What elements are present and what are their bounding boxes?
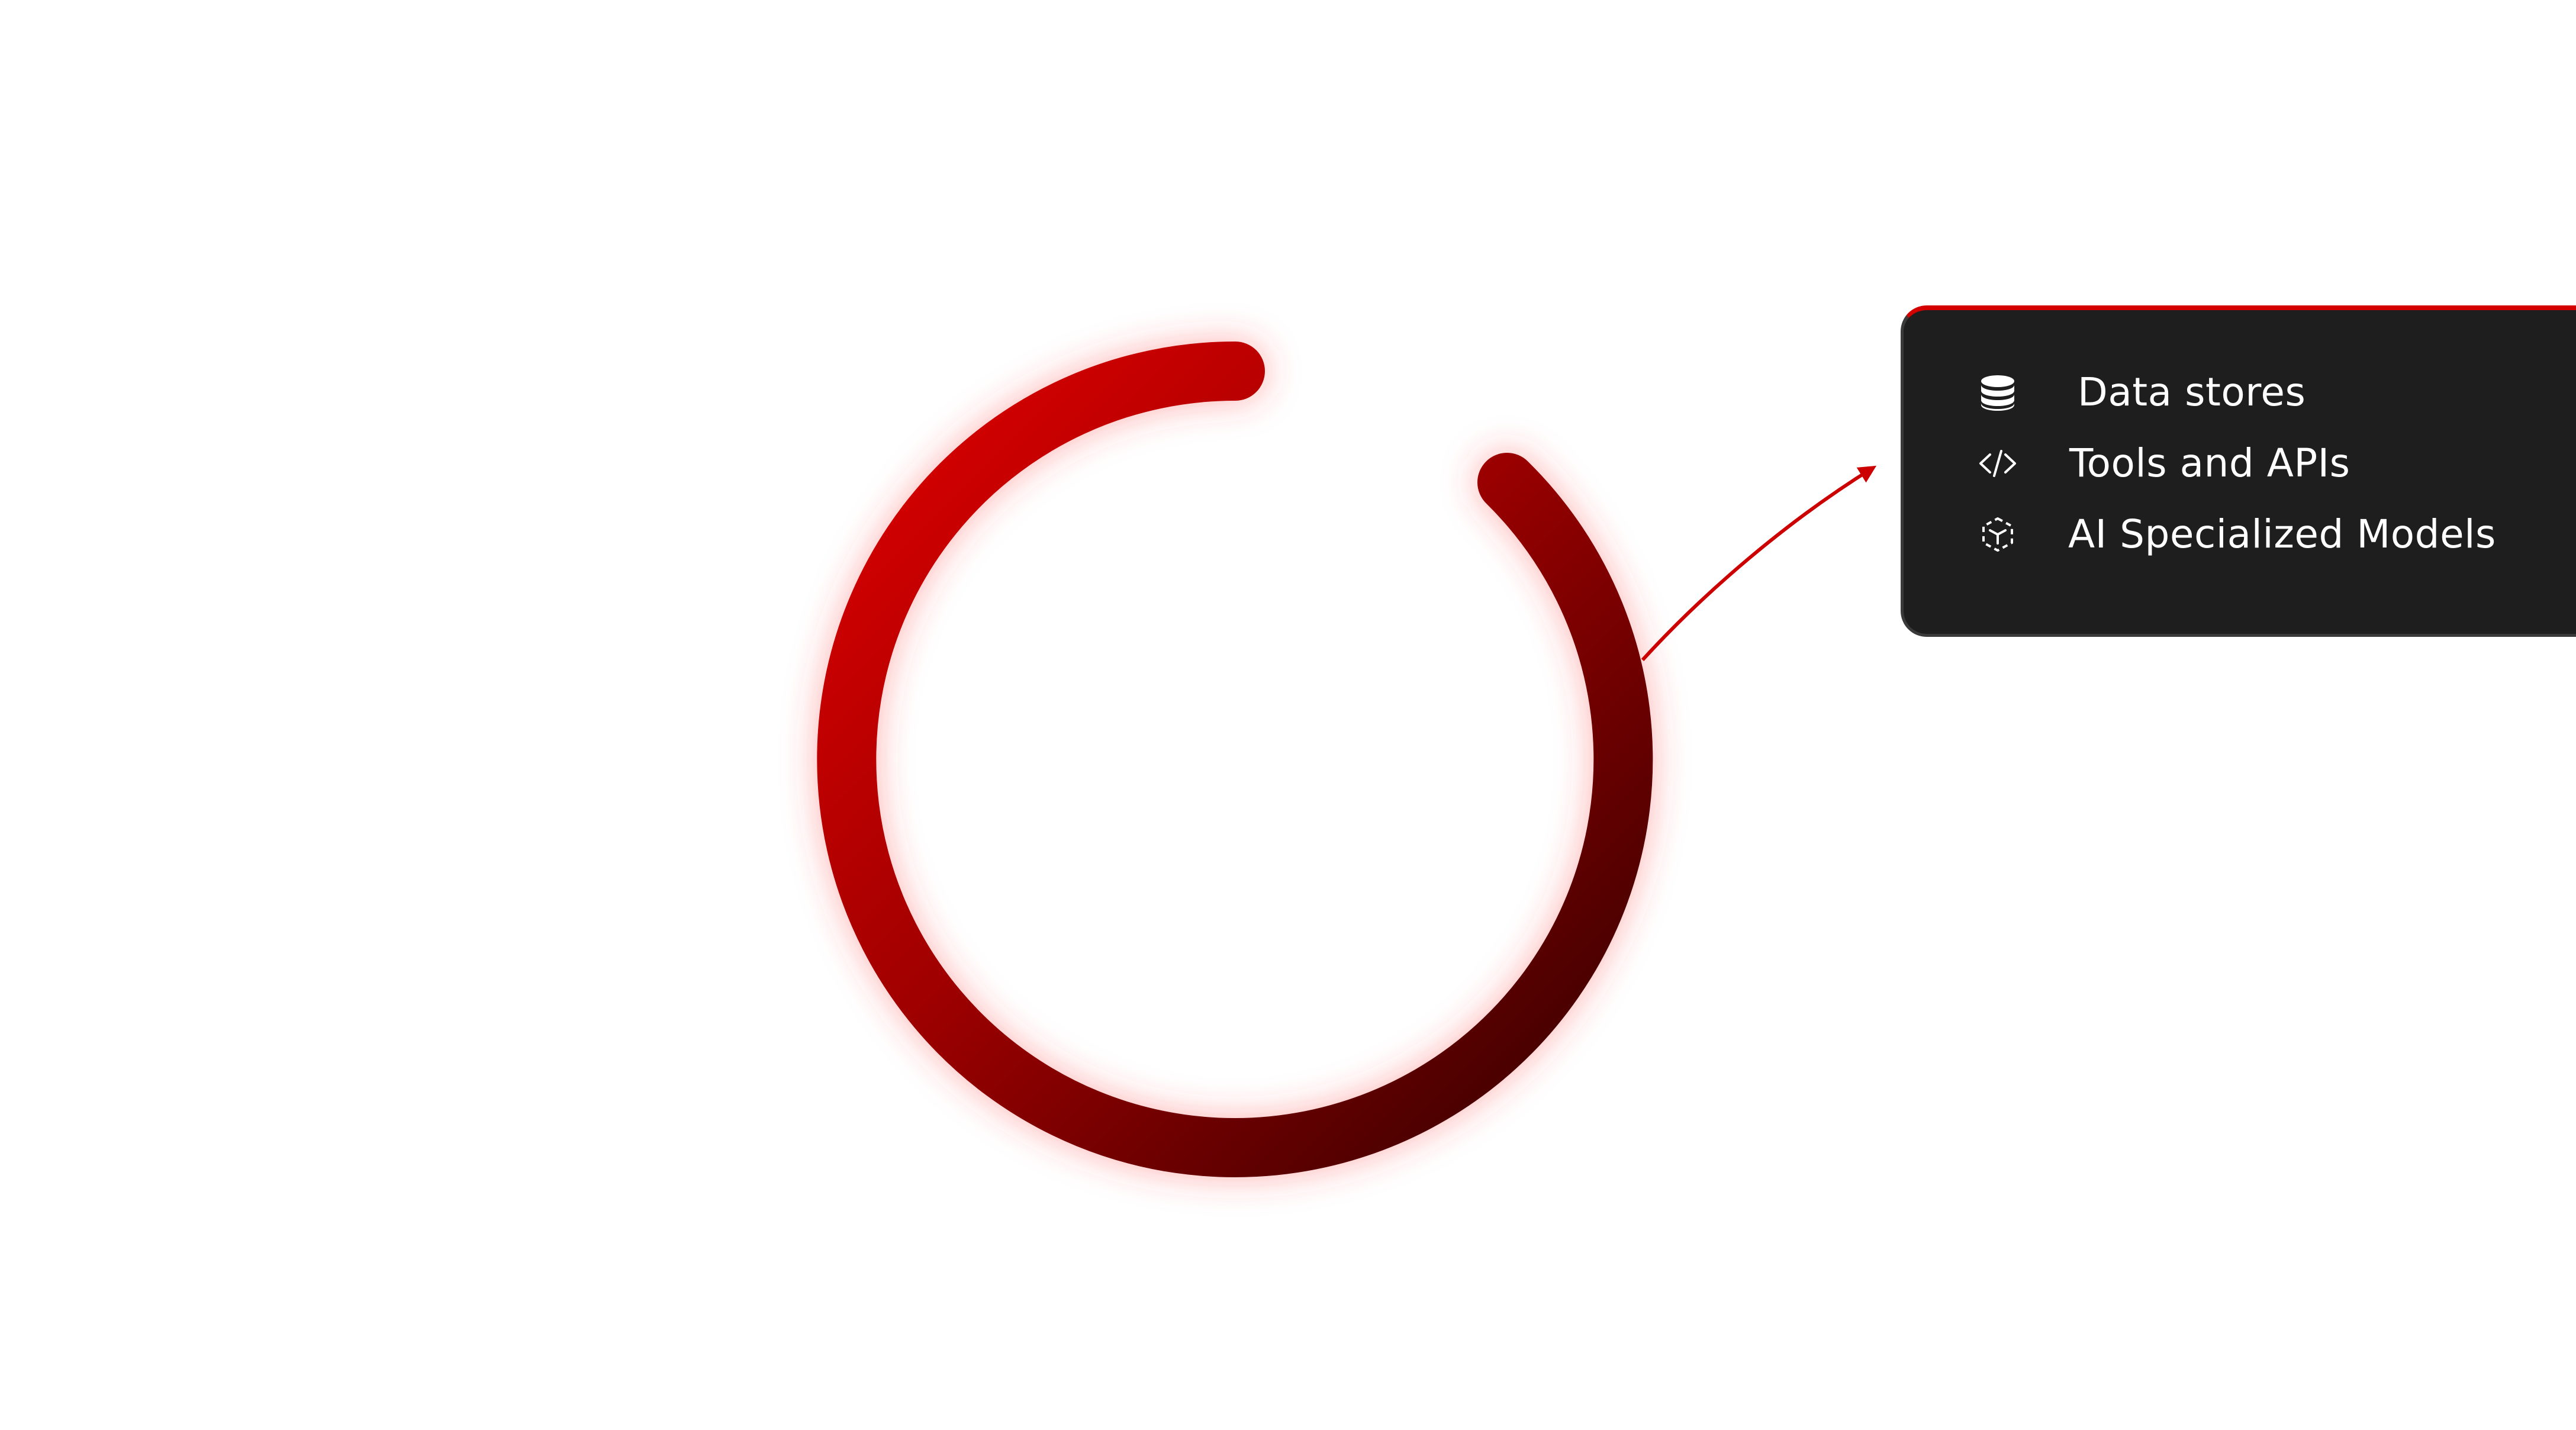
card-item-data-stores: Data stores — [1977, 369, 2305, 415]
card-item-label: Tools and APIs — [2069, 440, 2350, 486]
card-item-ai-models: AI Specialized Models — [1977, 511, 2496, 557]
card-item-label: Data stores — [2078, 369, 2306, 415]
connector-arrow — [1641, 465, 1877, 662]
capabilities-card: Data stores Tools and APIs AI Specialize… — [1901, 305, 2576, 637]
ai-cube-icon — [1977, 514, 2018, 555]
card-item-label: AI Specialized Models — [2068, 511, 2496, 557]
code-icon — [1977, 443, 2018, 484]
progress-ring — [817, 342, 1653, 1177]
card-item-tools-apis: Tools and APIs — [1977, 440, 2350, 486]
database-icon — [1977, 372, 2018, 413]
diagram-canvas — [814, 339, 1877, 1180]
